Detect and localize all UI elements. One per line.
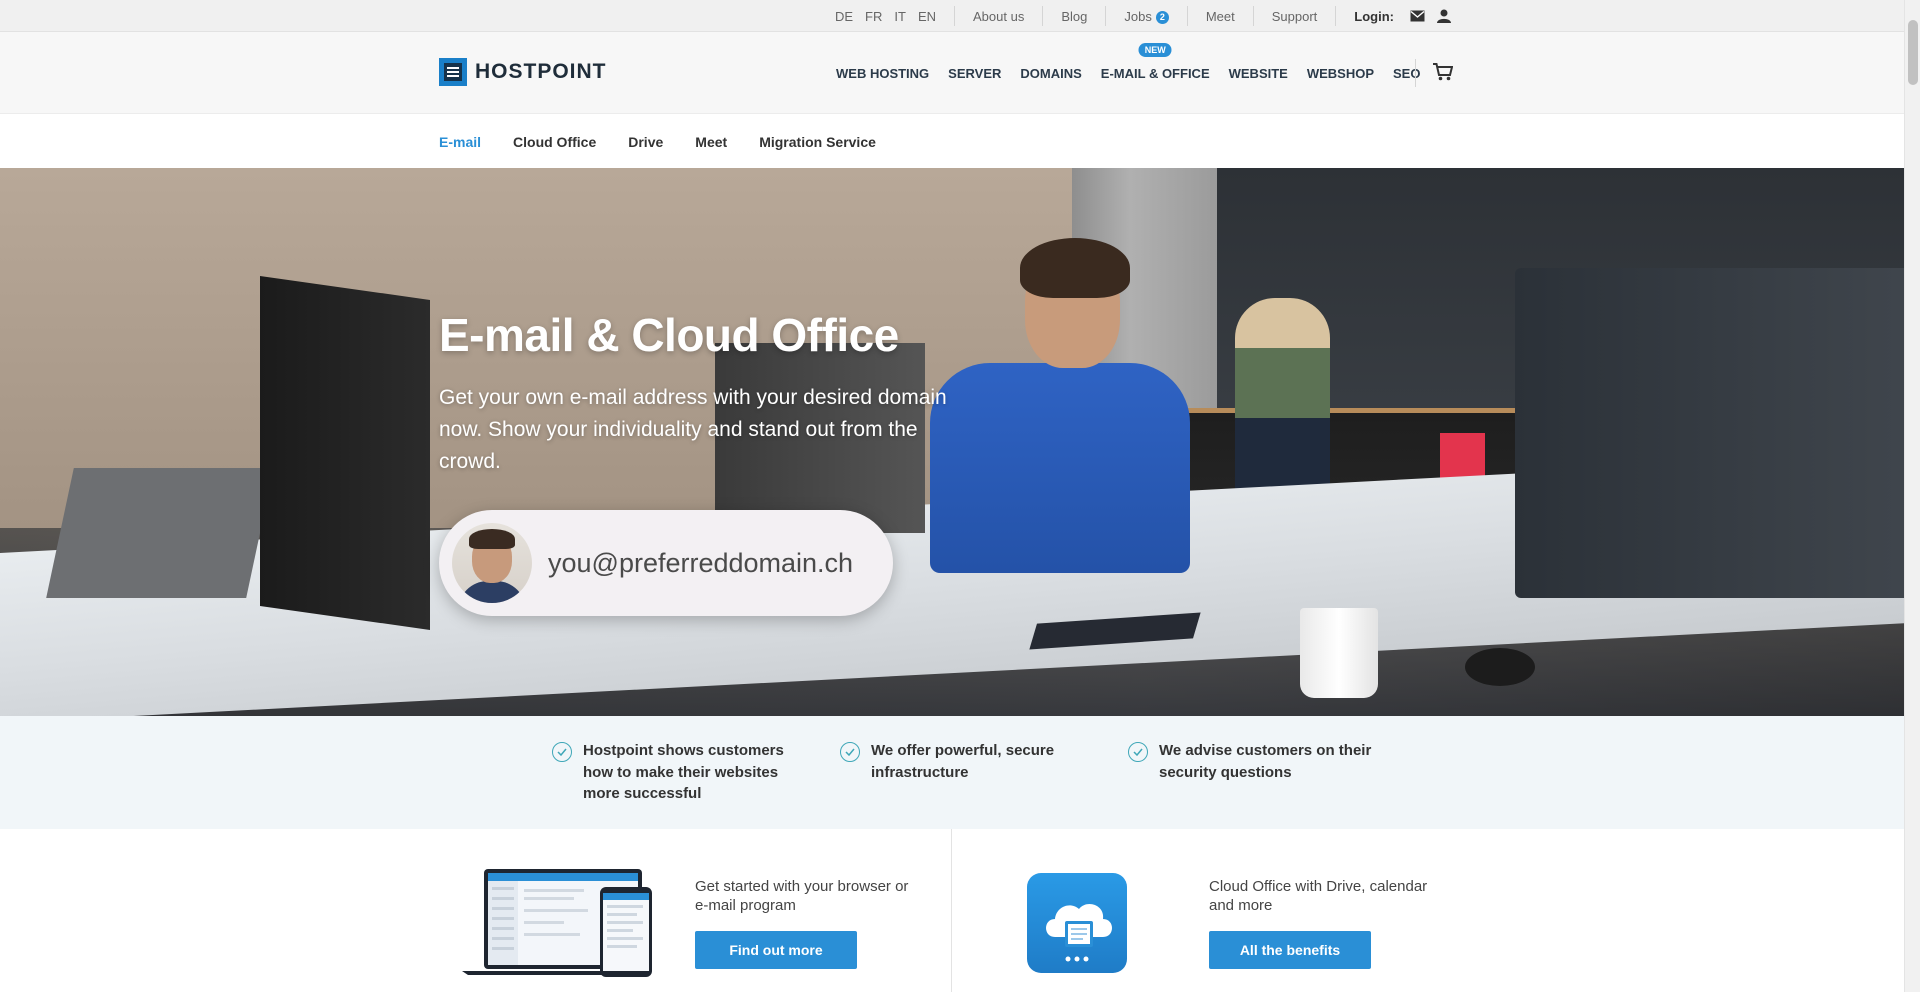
benefit-text: We advise customers on their security qu… bbox=[1159, 742, 1372, 781]
hero-background-woman bbox=[1235, 298, 1330, 498]
meet-link[interactable]: Meet bbox=[1206, 9, 1235, 24]
subnav-drive[interactable]: Drive bbox=[628, 134, 663, 150]
login-label: Login: bbox=[1354, 8, 1394, 24]
hero-title: E-mail & Cloud Office bbox=[439, 309, 899, 361]
benefit-item: Hostpoint shows customers how to make th… bbox=[552, 740, 812, 805]
hero-monitor-right bbox=[1515, 268, 1904, 598]
hero-laptop bbox=[46, 468, 274, 598]
email-example-pill: you@preferreddomain.ch bbox=[439, 510, 893, 616]
nav-email-office-label: E-MAIL & OFFICE bbox=[1100, 65, 1210, 81]
nav-email-office[interactable]: NEW E-MAIL & OFFICE bbox=[1100, 42, 1210, 81]
cart-icon[interactable] bbox=[1433, 63, 1454, 86]
avatar bbox=[452, 523, 532, 603]
topbar-divider bbox=[1186, 6, 1188, 26]
user-login-icon[interactable] bbox=[1437, 9, 1451, 23]
lang-en-link[interactable]: EN bbox=[918, 9, 936, 24]
lang-de-link[interactable]: DE bbox=[835, 9, 853, 24]
benefit-text: We offer powerful, secure infrastructure bbox=[871, 742, 1055, 781]
support-link[interactable]: Support bbox=[1272, 9, 1318, 24]
new-tag: NEW bbox=[1138, 42, 1172, 57]
main-header: HOSTPOINT WEB HOSTING SERVER DOMAINS NEW… bbox=[0, 32, 1904, 114]
subnav-cloud-office[interactable]: Cloud Office bbox=[513, 134, 596, 150]
benefits-strip: Hostpoint shows customers how to make th… bbox=[0, 716, 1904, 829]
hero-man-hair bbox=[1020, 238, 1130, 298]
mail-login-icon[interactable] bbox=[1410, 10, 1425, 22]
jobs-count-badge: 2 bbox=[1155, 10, 1169, 24]
blog-link[interactable]: Blog bbox=[1061, 9, 1087, 24]
offers-section: Get started with your browser or e-mail … bbox=[0, 829, 1904, 992]
topbar-divider bbox=[954, 6, 955, 26]
subnav-email[interactable]: E-mail bbox=[439, 134, 481, 150]
avatar-hair bbox=[469, 529, 515, 549]
hero-man-body bbox=[930, 363, 1190, 573]
hostpoint-logo[interactable]: HOSTPOINT bbox=[439, 58, 607, 86]
scrollbar-thumb[interactable] bbox=[1908, 20, 1918, 85]
nav-website[interactable]: WEBSITE bbox=[1229, 66, 1288, 81]
offer-email-text: Get started with your browser or e-mail … bbox=[695, 878, 909, 914]
lang-fr-link[interactable]: FR bbox=[865, 9, 882, 24]
lang-it-link[interactable]: IT bbox=[894, 9, 906, 24]
benefit-item: We offer powerful, secure infrastructure bbox=[840, 740, 1070, 783]
email-example-text: you@preferreddomain.ch bbox=[548, 547, 854, 578]
subnav-meet[interactable]: Meet bbox=[695, 134, 727, 150]
avatar-shirt bbox=[458, 581, 526, 603]
check-circle-icon bbox=[840, 742, 860, 762]
topbar-divider bbox=[1105, 6, 1107, 26]
benefit-text: Hostpoint shows customers how to make th… bbox=[583, 742, 784, 802]
top-utility-bar: DE FR IT EN About us Blog Jobs 2 Meet Sup… bbox=[0, 0, 1904, 32]
about-us-link[interactable]: About us bbox=[973, 9, 1024, 24]
hero-mouse bbox=[1465, 648, 1535, 686]
nav-divider bbox=[1415, 59, 1416, 87]
hero-mug bbox=[1300, 608, 1378, 698]
subnav-migration-service[interactable]: Migration Service bbox=[759, 134, 876, 150]
main-nav: WEB HOSTING SERVER DOMAINS NEW E-MAIL & O… bbox=[836, 32, 1439, 114]
jobs-label: Jobs bbox=[1124, 8, 1152, 24]
nav-web-hosting[interactable]: WEB HOSTING bbox=[836, 66, 929, 81]
all-the-benefits-button[interactable]: All the benefits bbox=[1209, 931, 1371, 969]
hero-subtitle: Get your own e-mail address with your de… bbox=[439, 386, 947, 473]
check-circle-icon bbox=[552, 742, 572, 762]
nav-domains[interactable]: DOMAINS bbox=[1020, 66, 1081, 81]
topbar-divider bbox=[1335, 6, 1337, 26]
check-circle-icon bbox=[1128, 742, 1148, 762]
offer-cloud-office-text: Cloud Office with Drive, calendar and mo… bbox=[1209, 878, 1428, 914]
topbar-divider bbox=[1252, 6, 1254, 26]
hostpoint-logo-icon bbox=[439, 58, 467, 86]
hero-monitor-left bbox=[260, 276, 430, 630]
page-scrollbar[interactable] bbox=[1904, 0, 1920, 992]
find-out-more-button[interactable]: Find out more bbox=[695, 931, 857, 969]
cloud-office-icon bbox=[1027, 873, 1127, 973]
nav-seo[interactable]: SEO bbox=[1393, 66, 1420, 81]
devices-illustration bbox=[462, 869, 652, 977]
jobs-link[interactable]: Jobs 2 bbox=[1124, 8, 1169, 24]
offers-divider bbox=[951, 829, 952, 992]
nav-webshop[interactable]: WEBSHOP bbox=[1307, 66, 1374, 81]
hero-banner: E-mail & Cloud Office Get your own e-mai… bbox=[0, 168, 1904, 716]
benefit-item: We advise customers on their security qu… bbox=[1128, 740, 1388, 783]
topbar-divider bbox=[1042, 6, 1044, 26]
logo-text: HOSTPOINT bbox=[475, 60, 607, 83]
sub-nav: E-mail Cloud Office Drive Meet Migration… bbox=[0, 115, 1904, 168]
nav-server[interactable]: SERVER bbox=[948, 66, 1001, 81]
